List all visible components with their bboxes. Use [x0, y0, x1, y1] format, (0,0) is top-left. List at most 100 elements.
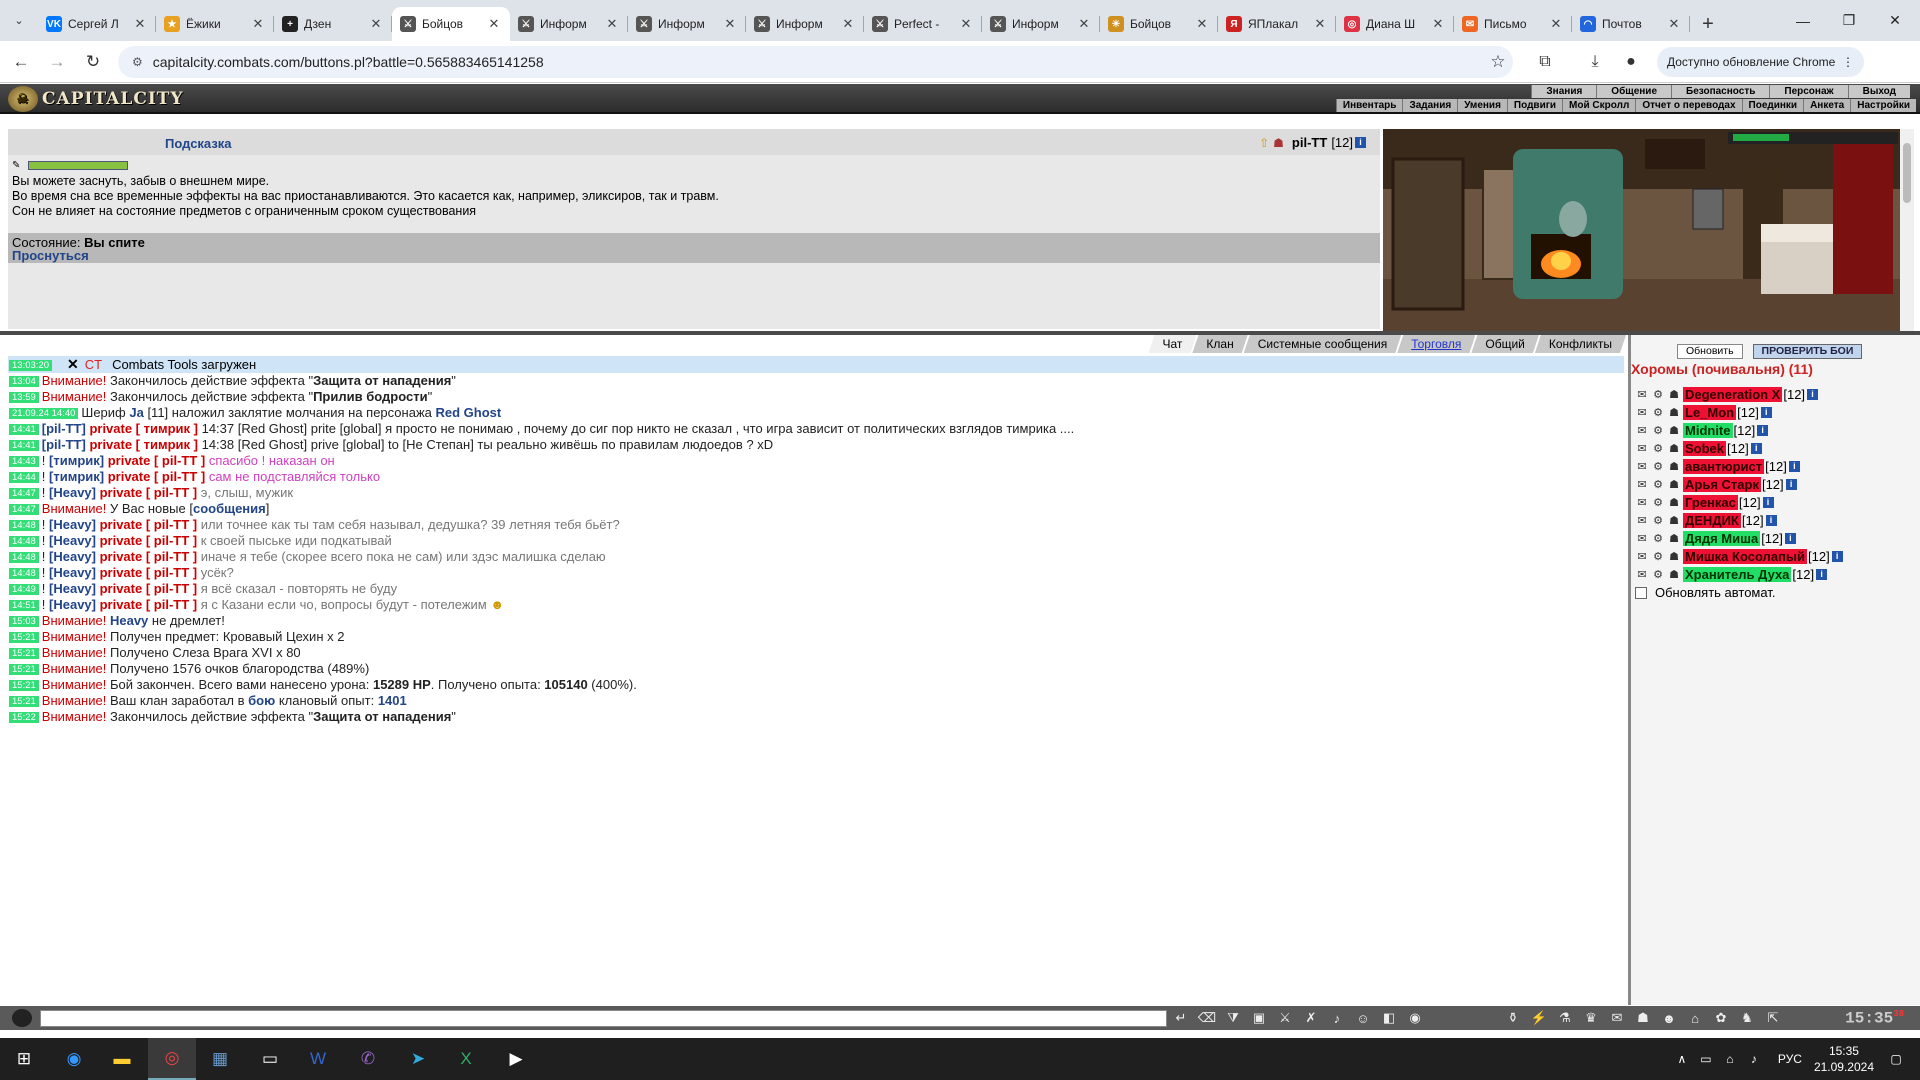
game-nav-4[interactable]: Выход: [1847, 85, 1910, 98]
info-icon[interactable]: i: [1784, 532, 1796, 544]
flower-icon[interactable]: ✿: [1708, 1008, 1734, 1028]
tab-close-icon[interactable]: ✕: [604, 16, 620, 32]
browser-tab[interactable]: ◠ Почтов ✕: [1572, 7, 1690, 41]
chat-nick[interactable]: [Heavy]: [49, 517, 100, 532]
chat-nick[interactable]: [тимрик]: [49, 453, 108, 468]
site-info-icon[interactable]: ⚙: [132, 55, 143, 69]
tab-close-icon[interactable]: ✕: [958, 16, 974, 32]
player-name[interactable]: ДЕНДИК: [1683, 512, 1741, 528]
chat-nick[interactable]: private [ тимрик ]: [89, 421, 201, 436]
tab-close-icon[interactable]: ✕: [1548, 16, 1564, 32]
tab-search-icon[interactable]: ⌄: [0, 0, 38, 41]
download-icon[interactable]: ⤓: [1577, 47, 1613, 77]
info-icon[interactable]: i: [1765, 514, 1777, 526]
swords-icon[interactable]: ✗: [1298, 1008, 1324, 1028]
private-message-icon[interactable]: ✉: [1635, 514, 1649, 527]
private-message-icon[interactable]: ✉: [1635, 532, 1649, 545]
player-name[interactable]: Midnite: [1683, 422, 1733, 438]
close-window-icon[interactable]: ✕: [1872, 0, 1918, 41]
minimize-icon[interactable]: —: [1780, 0, 1826, 41]
explorer-icon[interactable]: ▬: [98, 1038, 146, 1080]
chat-tab[interactable]: Конфликты: [1535, 335, 1626, 353]
game-nav-0[interactable]: Знания: [1531, 85, 1597, 98]
game-nav-1[interactable]: Общение: [1596, 85, 1671, 98]
edge-icon[interactable]: ◉: [50, 1038, 98, 1080]
send-icon[interactable]: ↵: [1168, 1008, 1194, 1028]
private-message-icon[interactable]: ✉: [1635, 442, 1649, 455]
chat-nick[interactable]: private [ pil-TT ]: [100, 565, 201, 580]
private-message-icon[interactable]: ✉: [1635, 550, 1649, 563]
bag-icon[interactable]: ⚱: [1500, 1008, 1526, 1028]
game-subnav-7[interactable]: Анкета: [1803, 99, 1851, 112]
info-icon[interactable]: i: [1785, 478, 1797, 490]
chat-tab[interactable]: Системные сообщения: [1244, 335, 1402, 353]
game-subnav-4[interactable]: Мой Скролл: [1562, 99, 1636, 112]
sound-icon[interactable]: ♪: [1324, 1008, 1350, 1028]
terminal-icon[interactable]: ▭: [246, 1038, 294, 1080]
chat-tab[interactable]: Чат: [1149, 335, 1197, 353]
record-icon[interactable]: ◉: [1402, 1008, 1428, 1028]
game-subnav-1[interactable]: Задания: [1402, 99, 1458, 112]
tray-expand-icon[interactable]: ∧: [1670, 1052, 1694, 1066]
chat-nick[interactable]: private [ pil-TT ]: [108, 453, 209, 468]
player-name[interactable]: Арья Старк: [1683, 476, 1761, 492]
player-name[interactable]: Гренкас: [1683, 494, 1738, 510]
tab-close-icon[interactable]: ✕: [1076, 16, 1092, 32]
chat-nick[interactable]: Ja: [129, 405, 143, 420]
browser-tab[interactable]: Я ЯПлакал ✕: [1218, 7, 1336, 41]
chat-tab[interactable]: Общий: [1471, 335, 1539, 353]
game-subnav-8[interactable]: Настройки: [1850, 99, 1916, 112]
player-name[interactable]: Мишка Косолапый: [1683, 548, 1807, 564]
refresh-button[interactable]: Обновить: [1677, 344, 1743, 359]
info-icon[interactable]: i: [1760, 406, 1772, 418]
chat-nick[interactable]: сообщения: [193, 501, 266, 516]
player-name[interactable]: Le_Mon: [1683, 404, 1737, 420]
game-subnav-5[interactable]: Отчет о переводах: [1635, 99, 1742, 112]
eraser-icon[interactable]: ⌫: [1194, 1008, 1220, 1028]
private-message-icon[interactable]: ✉: [1635, 568, 1649, 581]
language-indicator[interactable]: РУС: [1778, 1052, 1802, 1066]
player-name[interactable]: Дядя Миша: [1683, 530, 1761, 546]
info-icon[interactable]: i: [1757, 424, 1769, 436]
game-logo[interactable]: ☠ CAPITALCITY: [8, 86, 184, 112]
chat-nick[interactable]: [pil-TT]: [42, 421, 90, 436]
chat-input[interactable]: [40, 1010, 1167, 1027]
profile-icon[interactable]: ●: [1613, 47, 1649, 77]
character-name[interactable]: pil-TT: [1292, 135, 1327, 150]
back-icon[interactable]: ←: [6, 47, 36, 77]
chat-nick[interactable]: бою: [248, 693, 275, 708]
chat-nick[interactable]: private [ pil-TT ]: [100, 581, 201, 596]
browser-tab[interactable]: ⚔ Информ ✕: [746, 7, 864, 41]
browser-tab[interactable]: ★ Ёжики ✕: [156, 7, 274, 41]
chat-nick[interactable]: [Heavy]: [49, 549, 100, 564]
chat-nick[interactable]: [pil-TT]: [42, 437, 90, 452]
chat-nick[interactable]: [Heavy]: [49, 485, 100, 500]
crown-icon[interactable]: ♛: [1578, 1008, 1604, 1028]
exit-icon[interactable]: ⇱: [1760, 1008, 1786, 1028]
tab-close-icon[interactable]: ✕: [486, 16, 502, 32]
chat-nick[interactable]: private [ pil-TT ]: [100, 549, 201, 564]
private-message-icon[interactable]: ✉: [1635, 388, 1649, 401]
scroll-icon[interactable]: ✉: [1604, 1008, 1630, 1028]
display-icon[interactable]: ▭: [1694, 1052, 1718, 1066]
player-name[interactable]: Degeneration X: [1683, 386, 1783, 402]
browser-tab[interactable]: ◎ Диана Ш ✕: [1336, 7, 1454, 41]
chat-nick[interactable]: [Heavy]: [49, 533, 100, 548]
calculator-icon[interactable]: ▦: [196, 1038, 244, 1080]
smiley-menu-icon[interactable]: [12, 1009, 32, 1027]
chat-nick[interactable]: [Heavy]: [49, 581, 100, 596]
game-subnav-2[interactable]: Умения: [1457, 99, 1507, 112]
scrollbar-thumb[interactable]: [1903, 143, 1911, 203]
omnibox[interactable]: ⚙ capitalcity.combats.com/buttons.pl?bat…: [118, 45, 1513, 78]
chat-nick[interactable]: [Heavy]: [49, 565, 100, 580]
chat-nick[interactable]: private [ тимрик ]: [89, 437, 201, 452]
wand-icon[interactable]: ⚡: [1526, 1008, 1552, 1028]
info-icon[interactable]: i: [1816, 568, 1828, 580]
bookmark-star-icon[interactable]: ☆: [1483, 52, 1513, 72]
private-message-icon[interactable]: ✉: [1635, 460, 1649, 473]
browser-tab[interactable]: ⚔ Информ ✕: [982, 7, 1100, 41]
check-battles-button[interactable]: ПРОВЕРИТЬ БОИ: [1752, 344, 1863, 359]
browser-tab[interactable]: ⚔ Perfect - ✕: [864, 7, 982, 41]
tab-close-icon[interactable]: ✕: [1312, 16, 1328, 32]
telegram-icon[interactable]: ➤: [394, 1038, 442, 1080]
